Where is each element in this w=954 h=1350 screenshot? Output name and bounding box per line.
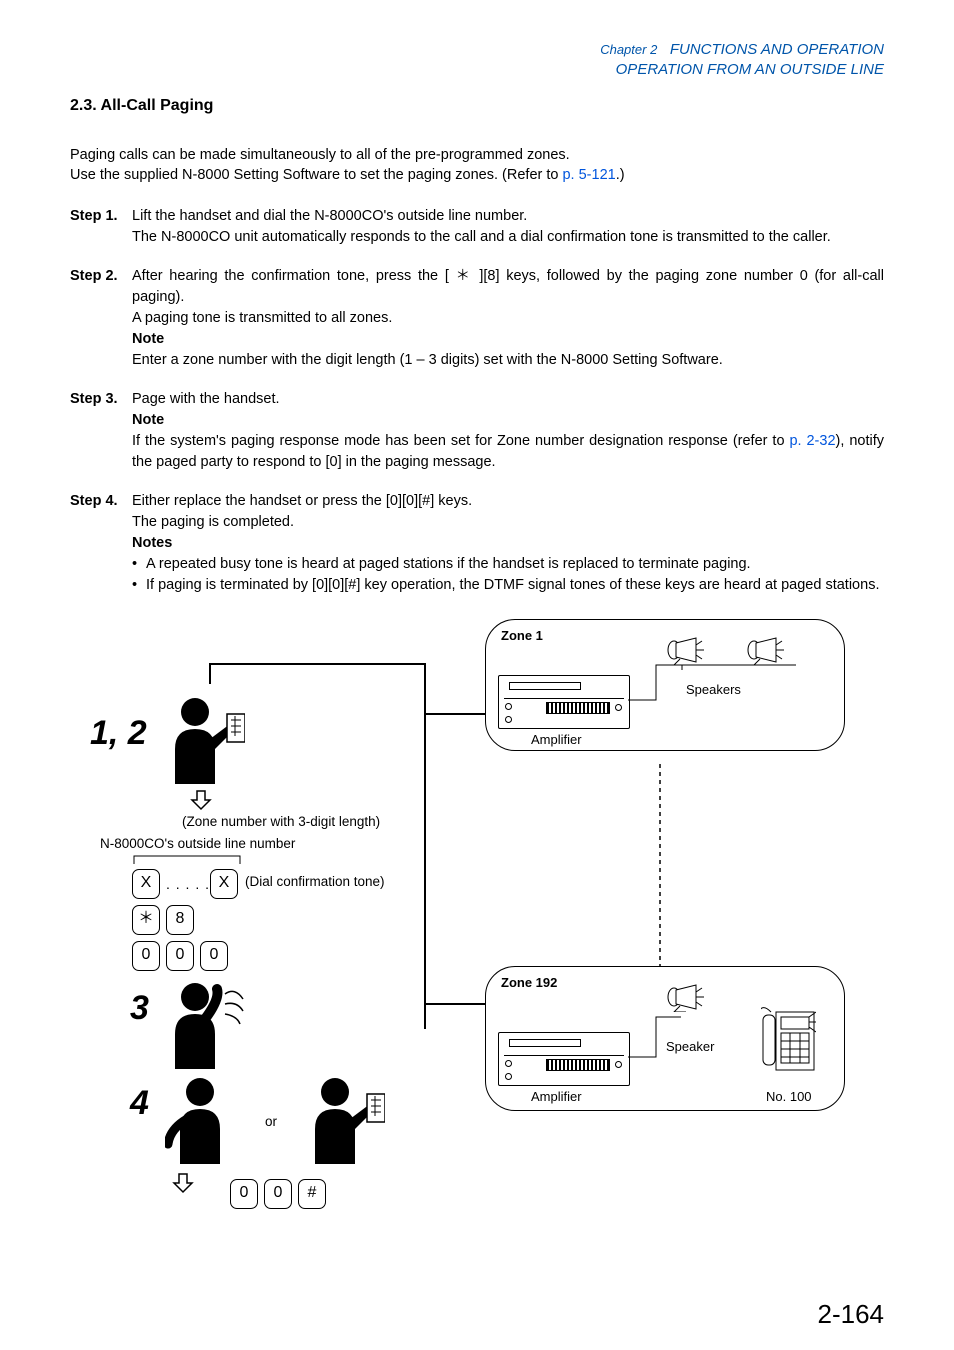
bullet-dot: •: [132, 554, 146, 575]
step4-label: Step 4.: [70, 491, 132, 596]
step-2: Step 2. After hearing the confirmation t…: [70, 266, 884, 371]
intro-paragraph: Paging calls can be made simultaneously …: [70, 145, 884, 186]
step1-p1: Lift the handset and dial the N-8000CO's…: [132, 208, 527, 224]
person-dialing-icon: [165, 694, 245, 784]
key-hash: #: [298, 1179, 326, 1209]
zone192-box: Zone 192 Amplifier Speaker: [485, 966, 845, 1111]
page-header: Chapter 2 FUNCTIONS AND OPERATION OPERAT…: [70, 40, 884, 79]
key-x: X: [210, 869, 238, 899]
section-title: 2.3. All-Call Paging: [70, 97, 884, 115]
intro-line2b: .): [616, 167, 625, 183]
ellipsis-dots: . . . . .: [166, 876, 210, 892]
big-step-4: 4: [130, 1084, 149, 1123]
big-step-3: 3: [130, 989, 149, 1028]
person-hangup-icon: [165, 1074, 245, 1164]
step2-p1: After hearing the confirmation tone, pre…: [132, 268, 884, 305]
link-p2-32[interactable]: p. 2-32: [789, 433, 835, 449]
step4-b1: A repeated busy tone is heard at paged s…: [146, 554, 884, 575]
person-paging-icon: [165, 979, 255, 1069]
chapter-label: Chapter 2: [600, 42, 657, 57]
step-1: Step 1. Lift the handset and dial the N-…: [70, 206, 884, 248]
key-0: 0: [166, 941, 194, 971]
step-4: Step 4. Either replace the handset or pr…: [70, 491, 884, 596]
step3-p1: Page with the handset.: [132, 391, 280, 407]
intro-line1: Paging calls can be made simultaneously …: [70, 147, 570, 163]
step4-notes-label: Notes: [132, 535, 172, 551]
key-0: 0: [230, 1179, 258, 1209]
bullet-dot: •: [132, 575, 146, 596]
outside-line-label: N-8000CO's outside line number: [100, 836, 295, 851]
bracket-icon: [132, 854, 242, 864]
zone1-box: Zone 1 Amplifier Speakers: [485, 619, 845, 751]
step3-label: Step 3.: [70, 389, 132, 473]
zone-number-note: (Zone number with 3-digit length): [182, 814, 380, 829]
key-0: 0: [200, 941, 228, 971]
down-arrow-icon: [172, 1172, 194, 1194]
key-star: ＊: [132, 905, 160, 935]
intro-line2a: Use the supplied N-8000 Setting Software…: [70, 167, 562, 183]
step3-p2a: If the system's paging response mode has…: [132, 433, 789, 449]
key-0: 0: [264, 1179, 292, 1209]
step4-b2: If paging is terminated by [0][0][#] key…: [146, 575, 884, 596]
link-p5-121[interactable]: p. 5-121: [562, 167, 615, 183]
key-0: 0: [132, 941, 160, 971]
step1-label: Step 1.: [70, 206, 132, 248]
step2-note-label: Note: [132, 331, 164, 347]
step4-p1: Either replace the handset or press the …: [132, 493, 472, 509]
diagram: Zone 1 Amplifier Speakers Zone 192: [70, 614, 884, 1234]
step-3: Step 3. Page with the handset. Note If t…: [70, 389, 884, 473]
key-x: X: [132, 869, 160, 899]
dial-tone-label: (Dial confirmation tone): [245, 874, 385, 889]
header-subtitle: OPERATION FROM AN OUTSIDE LINE: [616, 61, 884, 78]
chapter-title: FUNCTIONS AND OPERATION: [670, 41, 884, 58]
down-arrow-icon: [190, 789, 212, 811]
or-label: or: [265, 1114, 277, 1129]
step4-p2: The paging is completed.: [132, 514, 294, 530]
step2-label: Step 2.: [70, 266, 132, 371]
step2-p2: A paging tone is transmitted to all zone…: [132, 310, 392, 326]
big-step-12: 1, 2: [90, 714, 147, 753]
person-dialing-icon: [305, 1074, 385, 1164]
step1-p2: The N-8000CO unit automatically responds…: [132, 229, 831, 245]
step3-note-label: Note: [132, 412, 164, 428]
key-8: 8: [166, 905, 194, 935]
page-number: 2-164: [818, 1299, 885, 1330]
step2-p3: Enter a zone number with the digit lengt…: [132, 352, 723, 368]
